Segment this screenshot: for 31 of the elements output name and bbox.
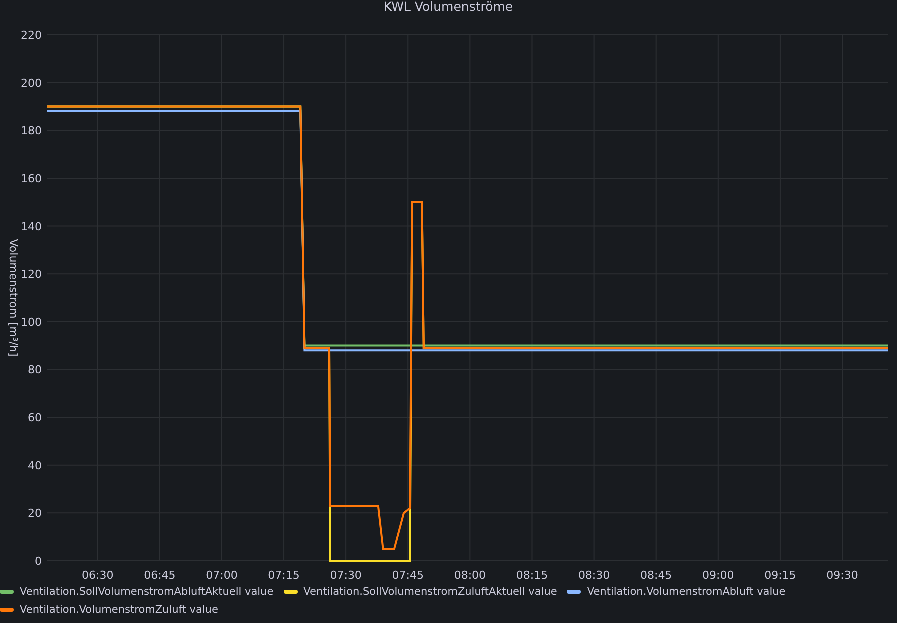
x-tick-label: 07:45: [392, 569, 424, 582]
x-tick-label: 07:00: [206, 569, 238, 582]
x-tick-label: 09:15: [764, 569, 796, 582]
x-tick-label: 08:00: [454, 569, 486, 582]
y-tick-label: 80: [28, 364, 42, 377]
x-tick-label: 08:45: [640, 569, 672, 582]
legend-label[interactable]: Ventilation.SollVolumenstromZuluftAktuell value: [304, 586, 558, 598]
x-tick-label: 06:30: [82, 569, 114, 582]
y-tick-label: 200: [21, 76, 42, 90]
legend-label[interactable]: Ventilation.VolumenstromAbluft value: [587, 586, 786, 598]
y-tick-label: 120: [21, 268, 42, 282]
y-tick-label: 40: [28, 459, 42, 472]
y-tick-label: 60: [28, 412, 42, 425]
x-tick-label: 08:30: [578, 569, 610, 582]
legend-label[interactable]: Ventilation.SollVolumenstromAbluftAktuell value: [20, 586, 274, 598]
y-tick-label: 220: [21, 29, 42, 42]
y-tick-label: 0: [35, 555, 42, 568]
y-tick-label: 180: [21, 124, 42, 138]
y-tick-label: 160: [21, 172, 42, 186]
y-tick-label: 140: [21, 220, 42, 234]
x-tick-label: 09:00: [702, 569, 734, 582]
y-axis-label: Volumenstrom [m³/h]: [7, 239, 20, 357]
x-tick-label: 07:30: [330, 569, 362, 582]
x-tick-label: 07:15: [268, 569, 300, 582]
legend-label[interactable]: Ventilation.VolumenstromZuluft value: [20, 604, 218, 616]
y-tick-label: 100: [21, 316, 42, 329]
y-tick-label: 20: [28, 507, 42, 520]
x-tick-label: 08:15: [516, 569, 548, 582]
chart-title: KWL Volumenströme: [382, 0, 514, 16]
x-tick-label: 09:30: [826, 569, 858, 582]
x-tick-label: 06:45: [144, 569, 176, 582]
